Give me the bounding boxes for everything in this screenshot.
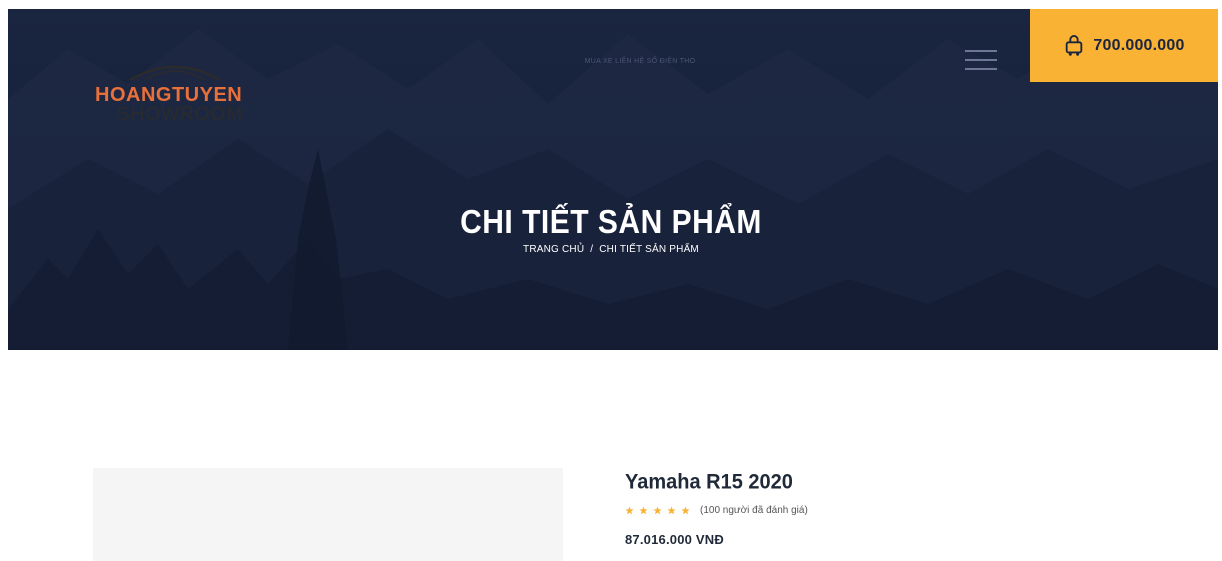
- star-icon: [667, 506, 676, 515]
- rating-stars: [625, 506, 690, 515]
- star-icon: [681, 506, 690, 515]
- site-logo[interactable]: SHOWROOM HOANGTUYEN: [95, 60, 275, 130]
- product-price: 87.016.000 VNĐ: [625, 532, 724, 547]
- breadcrumb: TRANG CHỦ / CHI TIẾT SẢN PHẨM: [0, 244, 1222, 255]
- breadcrumb-separator: /: [590, 244, 594, 255]
- product-info: Yamaha R15 2020 (100 người đã đánh giá) …: [625, 470, 1165, 547]
- product-rating: (100 người đã đánh giá): [625, 505, 1165, 516]
- contact-notice: MUA XE LIÊN HỆ SỐ ĐIỆN THO: [584, 58, 696, 65]
- product-image[interactable]: [93, 468, 563, 561]
- star-icon: [625, 506, 634, 515]
- logo-brand: HOANGTUYEN: [95, 84, 243, 106]
- cart-total: 700.000.000: [1093, 36, 1185, 54]
- star-icon: [639, 506, 648, 515]
- product-name: Yamaha R15 2020: [625, 470, 793, 494]
- logo-roof-icon: [129, 65, 221, 82]
- hamburger-menu-icon[interactable]: [965, 48, 997, 72]
- cart-button[interactable]: 700.000.000: [1030, 9, 1218, 82]
- star-icon: [653, 506, 662, 515]
- rating-count: (100 người đã đánh giá): [700, 505, 808, 516]
- breadcrumb-current: CHI TIẾT SẢN PHẨM: [599, 244, 699, 255]
- shopping-cart-icon: [1066, 34, 1083, 56]
- logo-subtitle: SHOWROOM: [117, 104, 244, 125]
- breadcrumb-home-link[interactable]: TRANG CHỦ: [523, 244, 584, 255]
- page-title: CHI TIẾT SẢN PHẨM: [460, 204, 762, 242]
